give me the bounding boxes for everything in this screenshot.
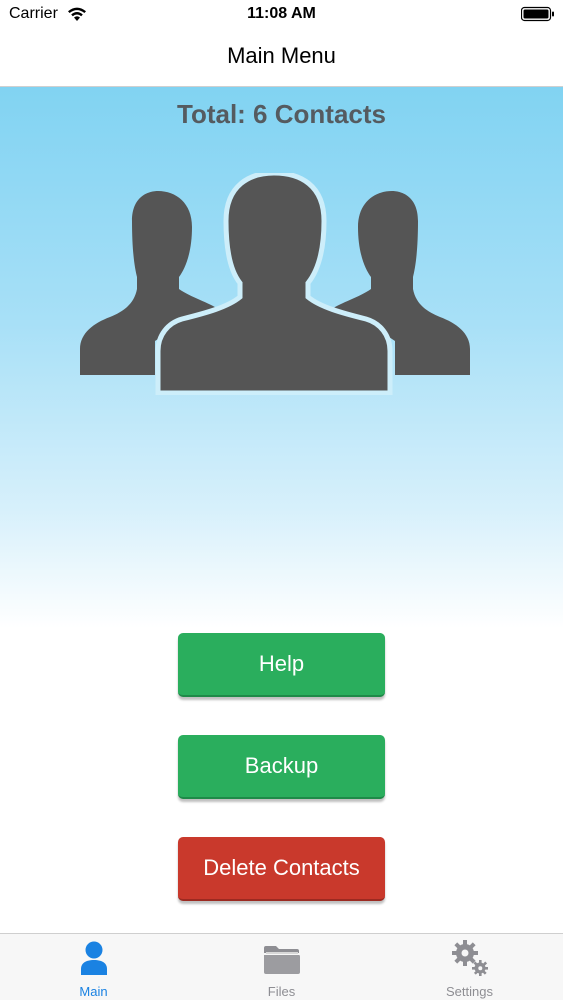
tab-files-label: Files xyxy=(267,984,296,999)
person-icon xyxy=(80,941,107,975)
screen: Carrier 11:08 AM Main Menu Total: 6 Cont… xyxy=(0,0,563,1000)
tab-settings[interactable]: Settings xyxy=(376,934,563,1000)
tab-main[interactable]: Main xyxy=(0,934,187,1000)
navigation-bar: Main Menu xyxy=(0,30,563,87)
tab-settings-label: Settings xyxy=(446,984,493,999)
status-bar: Carrier 11:08 AM xyxy=(0,0,563,30)
page-title: Main Menu xyxy=(227,43,336,68)
tab-main-label: Main xyxy=(79,984,108,999)
tab-bar: Main Files Settings xyxy=(0,933,563,1000)
gears-icon xyxy=(451,940,488,976)
backup-button[interactable]: Backup xyxy=(178,735,385,799)
folder-icon xyxy=(263,946,300,974)
clock: 11:08 AM xyxy=(247,5,316,22)
delete-contacts-button[interactable]: Delete Contacts xyxy=(178,837,385,901)
battery-icon xyxy=(521,6,554,22)
main-content: Total: 6 Contacts Help Backup Delete Con… xyxy=(0,87,563,933)
center-person-silhouette xyxy=(155,173,393,395)
contacts-group-icon xyxy=(80,173,470,395)
tab-files[interactable]: Files xyxy=(188,934,375,1000)
help-button[interactable]: Help xyxy=(178,633,385,697)
total-contacts-label: Total: 6 Contacts xyxy=(177,99,386,129)
